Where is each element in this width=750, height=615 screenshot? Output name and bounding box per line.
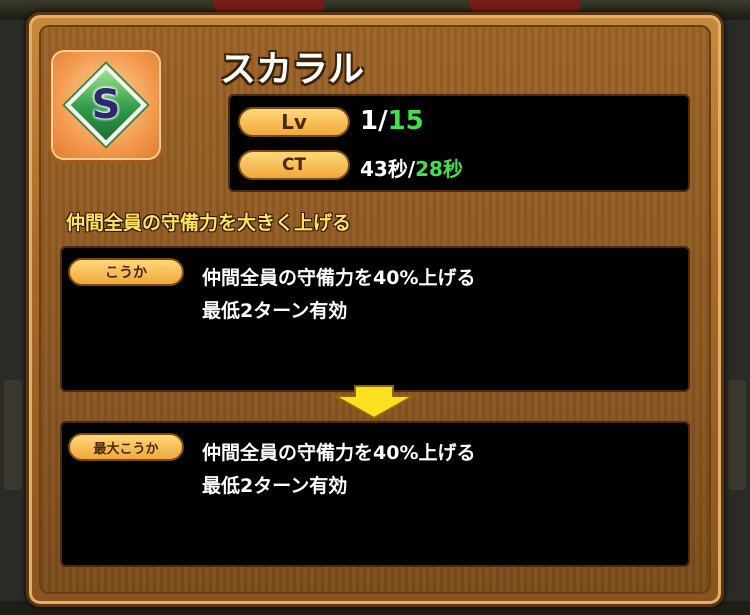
ct-value: 43秒/28秒	[360, 153, 463, 182]
skill-stats-box: Lv 1/15 CT 43秒/28秒	[228, 94, 690, 192]
skill-icon-letter: S	[91, 82, 121, 128]
max-effect-tag: 最大こうか	[68, 433, 184, 461]
background-right-tab	[728, 380, 746, 490]
max-effect-text: 仲間全員の守備力を40%上げる 最低2ターン有効	[202, 437, 475, 503]
ct-min: 28秒	[415, 157, 463, 181]
current-effect-box: こうか 仲間全員の守備力を40%上げる 最低2ターン有効	[60, 246, 690, 392]
level-label-badge: Lv	[238, 107, 350, 137]
ct-label-badge: CT	[238, 150, 350, 180]
level-max: 15	[387, 106, 424, 136]
skill-name: スカラル	[220, 49, 365, 90]
skill-icon: S	[48, 47, 164, 163]
skill-summary: 仲間全員の守備力を大きく上げる	[66, 212, 352, 234]
max-effect-line1: 仲間全員の守備力を40%上げる	[202, 442, 476, 464]
max-effect-box: 最大こうか 仲間全員の守備力を40%上げる 最低2ターン有効	[60, 421, 690, 567]
background-left-tab	[4, 380, 22, 490]
current-effect-tag: こうか	[68, 258, 184, 286]
ct-current: 43秒/	[360, 157, 416, 181]
arrow-down-icon	[333, 385, 415, 420]
level-current: 1/	[360, 106, 388, 136]
current-effect-line2: 最低2ターン有効	[202, 300, 348, 322]
current-effect-text: 仲間全員の守備力を40%上げる 最低2ターン有効	[202, 262, 475, 328]
current-effect-line1: 仲間全員の守備力を40%上げる	[202, 267, 476, 289]
max-effect-line2: 最低2ターン有効	[202, 475, 348, 497]
level-value: 1/15	[360, 106, 424, 136]
